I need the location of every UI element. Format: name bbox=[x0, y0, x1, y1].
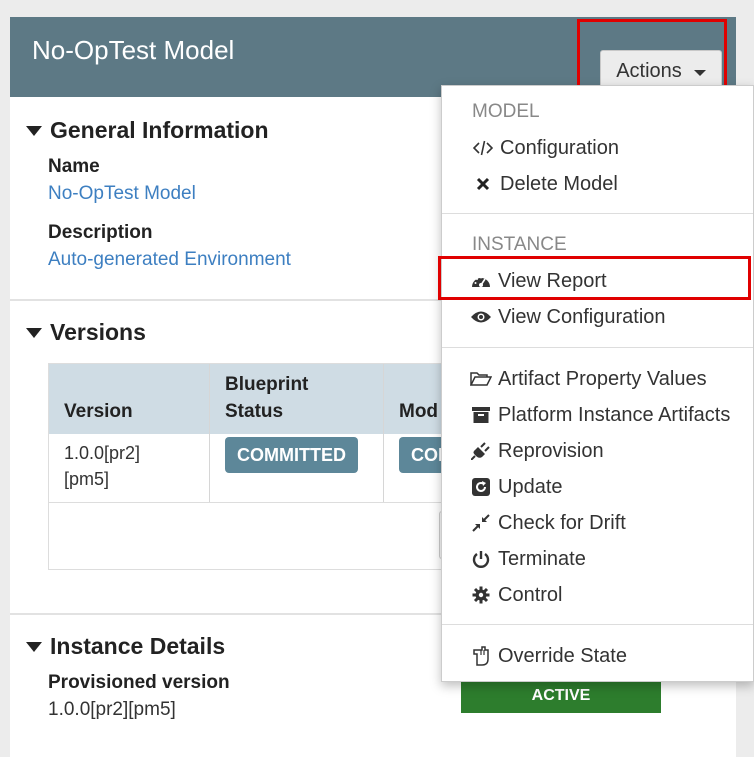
column-header-model: Mod bbox=[399, 401, 439, 422]
menu-item-label: Control bbox=[498, 583, 563, 606]
row-separator bbox=[49, 502, 477, 503]
menu-item-label: Reprovision bbox=[498, 439, 604, 462]
caret-down-icon bbox=[26, 327, 42, 338]
menu-item-label: View Report bbox=[498, 269, 607, 292]
blueprint-status-badge: COMMITTED bbox=[225, 437, 358, 473]
folder-open-icon bbox=[470, 371, 492, 387]
menu-divider bbox=[442, 624, 753, 625]
menu-item-override-state[interactable]: Override State bbox=[470, 641, 627, 671]
menu-item-control[interactable]: Control bbox=[470, 580, 562, 610]
eye-icon bbox=[470, 310, 492, 324]
menu-item-reprovision[interactable]: Reprovision bbox=[470, 436, 604, 466]
menu-item-label: Terminate bbox=[498, 547, 586, 570]
menu-divider bbox=[442, 347, 753, 348]
menu-item-delete-model[interactable]: Delete Model bbox=[472, 169, 618, 199]
versions-table-header: Version Blueprint Status Mod bbox=[49, 364, 477, 434]
column-header-blueprint: Blueprint bbox=[225, 374, 309, 395]
menu-header-model: MODEL bbox=[472, 101, 540, 122]
column-divider bbox=[383, 364, 384, 502]
name-value[interactable]: No-OpTest Model bbox=[48, 183, 196, 205]
gear-icon bbox=[470, 586, 492, 604]
dashboard-icon bbox=[470, 273, 492, 289]
menu-item-artifact-property-values[interactable]: Artifact Property Values bbox=[470, 364, 707, 394]
times-icon bbox=[472, 177, 494, 191]
column-header-status: Status bbox=[225, 401, 284, 422]
menu-item-view-configuration[interactable]: View Configuration bbox=[470, 302, 666, 332]
menu-item-check-for-drift[interactable]: Check for Drift bbox=[470, 508, 626, 538]
version-cell-line2: [pm5] bbox=[64, 469, 110, 489]
menu-item-update[interactable]: Update bbox=[470, 472, 563, 502]
name-label: Name bbox=[48, 156, 100, 177]
menu-divider bbox=[442, 213, 753, 214]
description-label: Description bbox=[48, 222, 153, 243]
menu-item-terminate[interactable]: Terminate bbox=[470, 544, 586, 574]
menu-item-label: Update bbox=[498, 475, 563, 498]
caret-down-icon bbox=[26, 125, 42, 136]
page-title: No-OpTest Model bbox=[32, 35, 235, 65]
description-value[interactable]: Auto-generated Environment bbox=[48, 249, 291, 271]
menu-item-label: Delete Model bbox=[500, 172, 618, 195]
power-icon bbox=[470, 550, 492, 568]
column-header-version: Version bbox=[64, 401, 133, 422]
menu-item-label: View Configuration bbox=[498, 305, 666, 328]
provisioned-version-label: Provisioned version bbox=[48, 672, 230, 693]
code-icon bbox=[472, 140, 494, 156]
general-information-toggle[interactable]: General Information bbox=[26, 117, 269, 144]
plug-icon bbox=[470, 442, 492, 460]
menu-item-label: Override State bbox=[498, 644, 627, 667]
hand-icon bbox=[470, 646, 492, 666]
menu-item-label: Check for Drift bbox=[498, 511, 626, 534]
version-cell-line1: 1.0.0[pr2] bbox=[64, 443, 141, 463]
general-information-title: General Information bbox=[50, 117, 269, 143]
menu-item-label: Platform Instance Artifacts bbox=[498, 403, 731, 426]
state-badge: ACTIVE bbox=[461, 679, 661, 713]
actions-dropdown-menu: MODEL Configuration Delete Model INSTANC… bbox=[441, 85, 754, 682]
menu-item-platform-instance-artifacts[interactable]: Platform Instance Artifacts bbox=[470, 400, 730, 430]
actions-button-label: Actions bbox=[616, 59, 682, 82]
menu-header-instance: INSTANCE bbox=[472, 234, 567, 255]
provisioned-version-value: 1.0.0[pr2][pm5] bbox=[48, 699, 176, 720]
instance-details-title: Instance Details bbox=[50, 633, 226, 659]
menu-item-label: Configuration bbox=[500, 136, 619, 159]
archive-icon bbox=[470, 407, 492, 423]
versions-table: Version Blueprint Status Mod 1.0.0[pr2] … bbox=[48, 363, 478, 570]
caret-down-icon bbox=[26, 641, 42, 652]
versions-title: Versions bbox=[50, 319, 146, 345]
menu-item-label: Artifact Property Values bbox=[498, 367, 707, 390]
caret-down-icon bbox=[693, 69, 706, 76]
compress-icon bbox=[470, 514, 492, 532]
refresh-square-icon bbox=[470, 478, 492, 496]
instance-details-toggle[interactable]: Instance Details bbox=[26, 633, 225, 660]
column-divider bbox=[209, 364, 210, 502]
menu-item-view-report[interactable]: View Report bbox=[470, 266, 607, 296]
versions-toggle[interactable]: Versions bbox=[26, 319, 146, 346]
menu-item-configuration[interactable]: Configuration bbox=[472, 133, 619, 163]
